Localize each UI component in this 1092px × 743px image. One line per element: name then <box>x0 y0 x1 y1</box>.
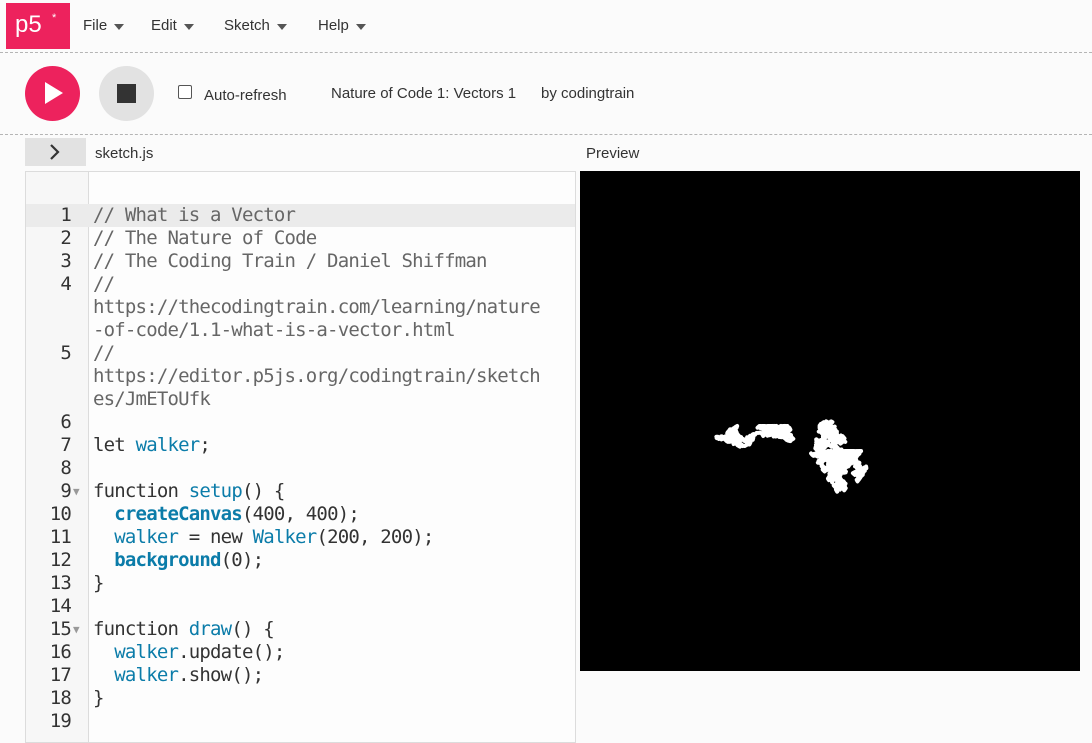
code-text: // The Nature of Code <box>93 227 317 249</box>
menu-sketch-label: Sketch <box>224 17 270 34</box>
line-number: 3 <box>60 250 71 272</box>
code-text: https://editor.p5js.org/codingtrain/sket… <box>93 365 541 387</box>
code-text: -of-code/1.1-what-is-a-vector.html <box>93 319 456 341</box>
line-number: 6 <box>60 411 71 433</box>
menu-file[interactable]: File <box>83 17 125 34</box>
caret-down-icon <box>276 23 287 30</box>
file-tab-sketch-js[interactable]: sketch.js <box>95 145 153 162</box>
code-line[interactable]: https://thecodingtrain.com/learning/natu… <box>26 296 575 319</box>
play-button[interactable] <box>25 66 80 121</box>
play-icon <box>45 82 63 104</box>
code-text: // The Coding Train / Daniel Shiffman <box>93 250 487 272</box>
line-number: 13 <box>49 572 72 594</box>
code-line[interactable]: 4 // <box>26 273 575 296</box>
menu-help-label: Help <box>318 17 349 34</box>
code-line[interactable]: es/JmEToUfk <box>26 388 575 411</box>
code-text: walker = new Walker(200, 200); <box>114 526 434 548</box>
line-number: 11 <box>49 526 72 548</box>
code-line[interactable]: 16 walker.update(); <box>26 641 575 664</box>
code-line[interactable]: 15 ▼ function draw() { <box>26 618 575 641</box>
preview-canvas[interactable] <box>580 171 1080 671</box>
line-number: 9 <box>60 480 71 502</box>
stop-icon <box>117 84 136 103</box>
line-number: 14 <box>49 595 72 617</box>
stop-button[interactable] <box>99 66 154 121</box>
line-number: 8 <box>60 457 71 479</box>
caret-down-icon <box>114 23 125 30</box>
menu-edit[interactable]: Edit <box>151 17 194 34</box>
walker-drawing <box>714 419 869 494</box>
line-number: 12 <box>49 549 72 571</box>
line-number: 10 <box>49 503 72 525</box>
code-text: background(0); <box>114 549 264 571</box>
project-name[interactable]: Nature of Code 1: Vectors 1 <box>331 85 516 102</box>
auto-refresh-checkbox[interactable] <box>178 85 192 99</box>
code-line[interactable]: 1 // What is a Vector <box>26 204 575 227</box>
code-editor[interactable]: 1 // What is a Vector 2 // The Nature of Co… <box>25 171 576 743</box>
code-line[interactable]: 14 <box>26 595 575 618</box>
code-text: walker.show(); <box>114 664 264 686</box>
code-line[interactable]: 9 ▼ function setup() { <box>26 480 575 503</box>
code-line[interactable]: 13} <box>26 572 575 595</box>
logo-asterisk: * <box>52 12 57 24</box>
code-line[interactable]: 10 createCanvas(400, 400); <box>26 503 575 526</box>
line-number: 4 <box>60 273 71 295</box>
code-line[interactable]: 19 <box>26 710 575 733</box>
line-number: 17 <box>49 664 72 686</box>
code-line[interactable]: 11 walker = new Walker(200, 200); <box>26 526 575 549</box>
top-nav: p5 * File Edit Sketch Help <box>0 0 1092 53</box>
chevron-right-icon <box>50 144 60 160</box>
menu-sketch[interactable]: Sketch <box>224 17 287 34</box>
code-line[interactable]: 3 // The Coding Train / Daniel Shiffman <box>26 250 575 273</box>
line-number: 19 <box>49 710 72 732</box>
menu-help[interactable]: Help <box>318 17 366 34</box>
caret-down-icon <box>355 23 366 30</box>
code-text: // What is a Vector <box>93 204 296 226</box>
code-line[interactable]: 7 let walker; <box>26 434 575 457</box>
project-owner[interactable]: by codingtrain <box>541 85 634 102</box>
code-line[interactable]: 5 // <box>26 342 575 365</box>
menu-file-label: File <box>83 17 108 34</box>
line-number: 5 <box>60 342 71 364</box>
fold-arrow-icon[interactable]: ▼ <box>73 618 80 641</box>
preview-label: Preview <box>586 145 640 162</box>
auto-refresh-label[interactable]: Auto-refresh <box>204 87 287 104</box>
logo-text: p5 <box>15 11 42 38</box>
toolbar: Auto-refresh Nature of Code 1: Vectors 1… <box>0 53 1092 135</box>
code-text: function setup() { <box>93 480 285 502</box>
caret-down-icon <box>183 23 194 30</box>
line-number: 7 <box>60 434 71 456</box>
code-line[interactable]: 6 <box>26 411 575 434</box>
sidebar-toggle-button[interactable] <box>25 138 86 166</box>
code-text: es/JmEToUfk <box>93 388 211 410</box>
line-number: 1 <box>60 204 71 226</box>
code-text: // <box>93 342 115 364</box>
code-text: } <box>93 572 104 594</box>
menu-edit-label: Edit <box>151 17 177 34</box>
code-text: // <box>93 273 115 295</box>
line-number: 15 <box>49 618 72 640</box>
code-line[interactable]: 12 background(0); <box>26 549 575 572</box>
code-line[interactable]: https://editor.p5js.org/codingtrain/sket… <box>26 365 575 388</box>
code-line[interactable]: 18} <box>26 687 575 710</box>
code-text: } <box>93 687 104 709</box>
code-line[interactable]: 2 // The Nature of Code <box>26 227 575 250</box>
code-line[interactable]: -of-code/1.1-what-is-a-vector.html <box>26 319 575 342</box>
code-text: walker.update(); <box>114 641 285 663</box>
code-line[interactable]: 17 walker.show(); <box>26 664 575 687</box>
line-number: 16 <box>49 641 72 663</box>
line-number: 18 <box>49 687 72 709</box>
code-text: function draw() { <box>93 618 275 640</box>
code-text: https://thecodingtrain.com/learning/natu… <box>93 296 541 318</box>
code-text: let walker; <box>93 434 211 456</box>
line-number: 2 <box>60 227 71 249</box>
code-line[interactable]: 8 <box>26 457 575 480</box>
fold-arrow-icon[interactable]: ▼ <box>73 480 80 503</box>
code-text: createCanvas(400, 400); <box>114 503 360 525</box>
p5-logo[interactable]: p5 * <box>6 3 70 49</box>
